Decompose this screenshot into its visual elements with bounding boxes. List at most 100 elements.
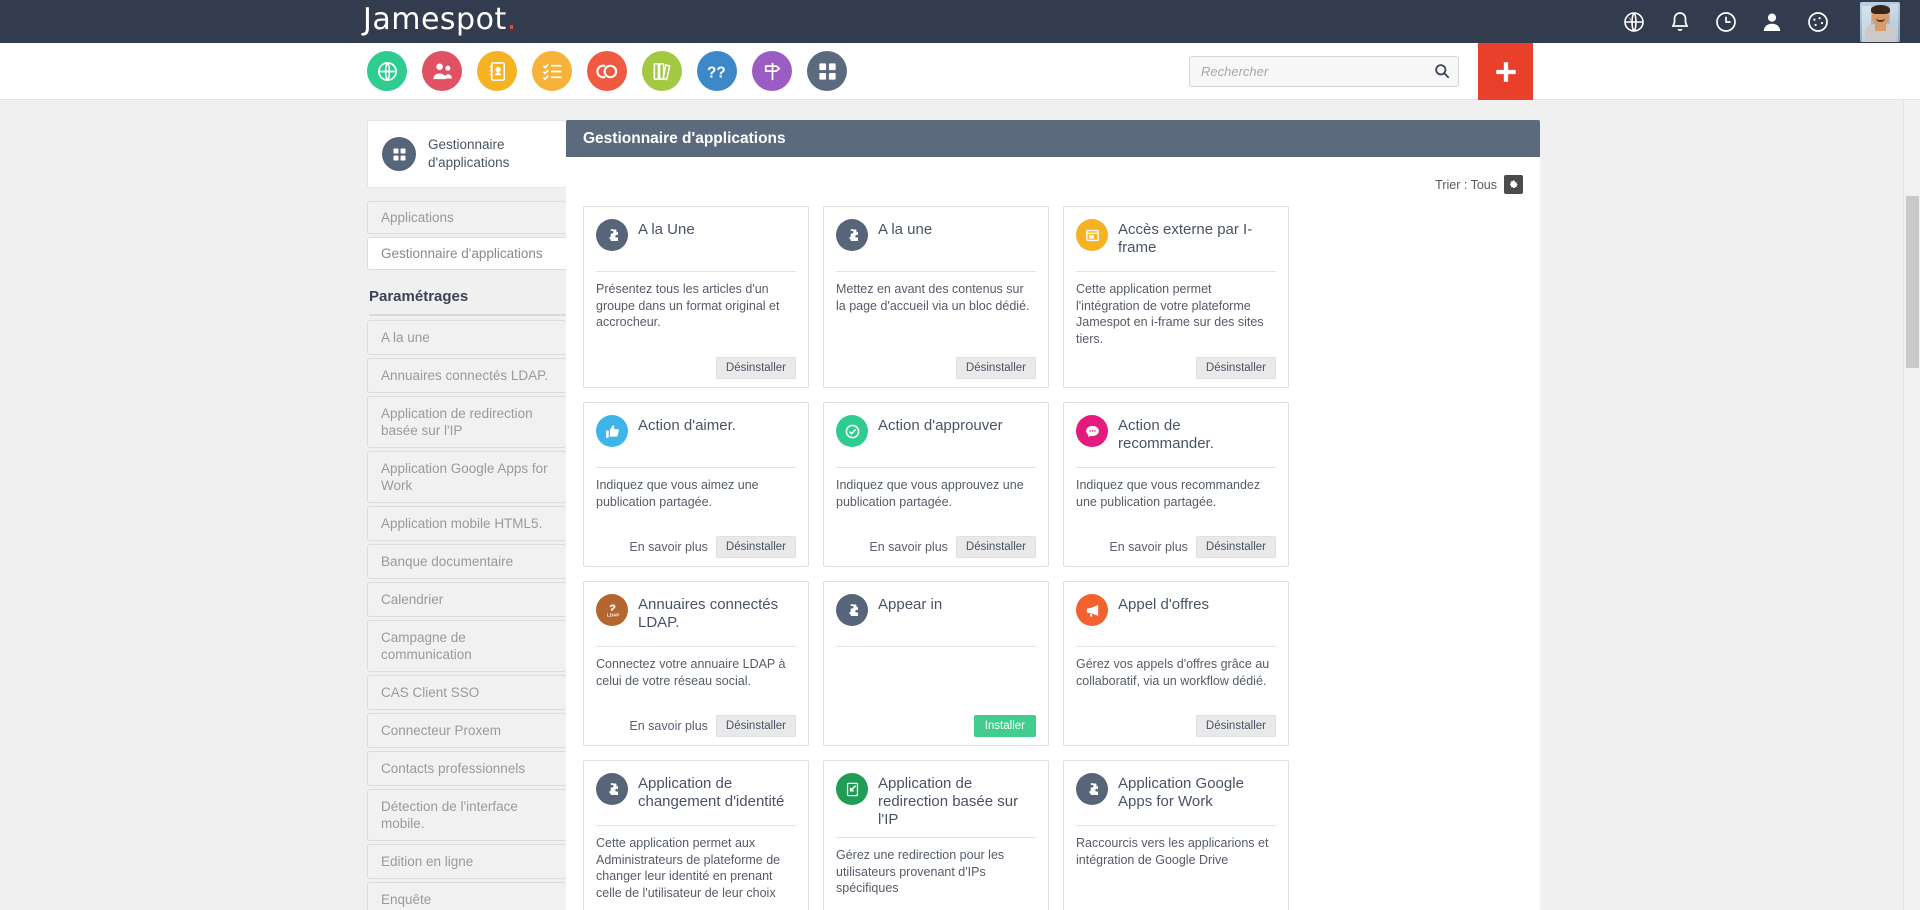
app-card-title: Application de redirection basée sur l'I… (878, 775, 1019, 828)
uninstall-button[interactable]: Désinstaller (1195, 357, 1276, 379)
app-card[interactable]: Application de redirection basée sur l'I… (823, 760, 1049, 910)
app-card[interactable]: Application de changement d'identité Cett… (583, 760, 809, 910)
thumbs-up-icon (596, 415, 628, 447)
logo-dot: . (506, 2, 517, 37)
learn-more-link[interactable]: En savoir plus (1109, 540, 1188, 554)
app-card-title: A la Une (638, 221, 695, 238)
puzzle-icon (596, 773, 628, 805)
puzzle-icon (836, 594, 868, 626)
app-card-header: Application Google Apps for Work (1076, 771, 1276, 817)
addressbook-app-icon[interactable] (477, 51, 517, 91)
app-card-title: Accès externe par I-frame (1118, 221, 1253, 256)
app-card[interactable]: Appel d'offres Gérez vos appels d'offres … (1063, 581, 1289, 746)
signpost-app-icon[interactable] (752, 51, 792, 91)
sidebar-settings-item[interactable]: Annuaires connectés LDAP. (367, 358, 567, 393)
sidebar-settings-heading: Paramétrages (369, 288, 567, 316)
checklist-app-icon[interactable] (532, 51, 572, 91)
sidebar-settings-item[interactable]: Application de redirection basée sur l'I… (367, 396, 567, 448)
uninstall-button[interactable]: Désinstaller (715, 357, 796, 379)
app-card-title: A la une (878, 221, 933, 238)
sidebar-settings-item[interactable]: Détection de l'interface mobile. (367, 789, 567, 841)
dashboard-icon[interactable] (1806, 10, 1830, 34)
sidebar-settings-item[interactable]: CAS Client SSO (367, 675, 567, 710)
sidebar-tab[interactable]: Gestionnaire d'applications (367, 237, 567, 270)
uninstall-button[interactable]: Désinstaller (715, 715, 796, 737)
globe-app-icon[interactable] (367, 51, 407, 91)
app-card-description: Cette application permet l'intégration d… (1076, 282, 1264, 346)
sidebar-settings-item[interactable]: Application mobile HTML5. (367, 506, 567, 541)
app-card-actions: En savoir plus Désinstaller (596, 715, 796, 737)
uninstall-button[interactable]: Désinstaller (955, 357, 1036, 379)
divider (836, 467, 1036, 468)
sidebar-app-card[interactable]: Gestionnaire d'applications (367, 120, 567, 188)
divider (836, 837, 1036, 838)
grid-app-icon[interactable] (807, 51, 847, 91)
search-input[interactable] (1189, 55, 1459, 87)
speech-bubble-icon (1076, 415, 1108, 447)
sidebar-tab-list: Applications Gestionnaire d'applications (367, 201, 567, 270)
clock-icon[interactable] (1714, 10, 1738, 34)
sidebar-settings-item[interactable]: Campagne de communication (367, 620, 567, 672)
app-card-title: Application de changement d'identité (638, 775, 785, 810)
app-card[interactable]: Action d'approuver Indiquez que vous appr… (823, 402, 1049, 567)
books-app-icon[interactable] (642, 51, 682, 91)
app-card[interactable]: A la Une Présentez tous les articles d'un… (583, 206, 809, 388)
app-card[interactable]: Action d'aimer. Indiquez que vous aimez u… (583, 402, 809, 567)
app-card-title: Action d'approuver (878, 417, 1003, 434)
app-card[interactable]: Accès externe par I-frame Cette applicati… (1063, 206, 1289, 388)
page-scrollbar[interactable] (1903, 100, 1920, 910)
app-card[interactable]: Application Google Apps for Work Raccourc… (1063, 760, 1289, 910)
app-card-description: Présentez tous les articles d'un groupe … (596, 282, 780, 329)
app-card-description: Cette application permet aux Administrat… (596, 836, 781, 900)
bell-icon[interactable] (1668, 10, 1692, 34)
sidebar-settings-item[interactable]: Contacts professionnels (367, 751, 567, 786)
puzzle-icon (596, 219, 628, 251)
search-icon[interactable] (1433, 62, 1451, 80)
learn-more-link[interactable]: En savoir plus (629, 540, 708, 554)
divider (596, 467, 796, 468)
app-toolbar: ?? (0, 43, 1920, 100)
scrollbar-thumb[interactable] (1906, 196, 1919, 368)
sidebar-settings-item[interactable]: Connecteur Proxem (367, 713, 567, 748)
uninstall-button[interactable]: Désinstaller (715, 536, 796, 558)
install-button[interactable]: Installer (973, 715, 1036, 737)
app-card-actions: En savoir plus Désinstaller (836, 536, 1036, 558)
page-title: Gestionnaire d'applications (566, 120, 1540, 157)
loop-app-icon[interactable] (587, 51, 627, 91)
top-header-bar: Jamespot. (0, 0, 1920, 43)
uninstall-button[interactable]: Désinstaller (1195, 715, 1276, 737)
uninstall-button[interactable]: Désinstaller (1195, 536, 1276, 558)
ldap-icon: LDAP (596, 594, 628, 626)
divider (1076, 271, 1276, 272)
app-card[interactable]: Appear in Installer (823, 581, 1049, 746)
app-card-actions: Désinstaller (1076, 357, 1276, 379)
app-card[interactable]: LDAP Annuaires connectés LDAP. Connectez v… (583, 581, 809, 746)
add-button[interactable] (1478, 43, 1533, 100)
gear-icon[interactable] (1504, 175, 1523, 194)
app-logo[interactable]: Jamespot. (363, 2, 517, 37)
avatar-hair (1871, 4, 1890, 14)
sidebar-settings-item[interactable]: Banque documentaire (367, 544, 567, 579)
sidebar-settings-item[interactable]: A la une (367, 320, 567, 355)
sidebar-tab[interactable]: Applications (367, 201, 567, 234)
learn-more-link[interactable]: En savoir plus (869, 540, 948, 554)
uninstall-button[interactable]: Désinstaller (955, 536, 1036, 558)
question-app-icon[interactable]: ?? (697, 51, 737, 91)
sidebar-settings-item[interactable]: Enquête (367, 882, 567, 910)
globe-icon[interactable] (1622, 10, 1646, 34)
divider (836, 271, 1036, 272)
app-card[interactable]: A la une Mettez en avant des contenus sur… (823, 206, 1049, 388)
learn-more-link[interactable]: En savoir plus (629, 719, 708, 733)
avatar[interactable] (1860, 1, 1900, 42)
divider (596, 646, 796, 647)
user-icon[interactable] (1760, 10, 1784, 34)
sidebar-settings-item[interactable]: Edition en ligne (367, 844, 567, 879)
sort-label[interactable]: Trier : Tous (1435, 178, 1497, 192)
app-card[interactable]: Action de recommander. Indiquez que vous … (1063, 402, 1289, 567)
app-card-actions: Désinstaller (596, 357, 796, 379)
app-card-actions: Désinstaller (1076, 715, 1276, 737)
grid-icon (382, 137, 416, 171)
sidebar-settings-item[interactable]: Calendrier (367, 582, 567, 617)
sidebar-settings-item[interactable]: Application Google Apps for Work (367, 451, 567, 503)
people-app-icon[interactable] (422, 51, 462, 91)
